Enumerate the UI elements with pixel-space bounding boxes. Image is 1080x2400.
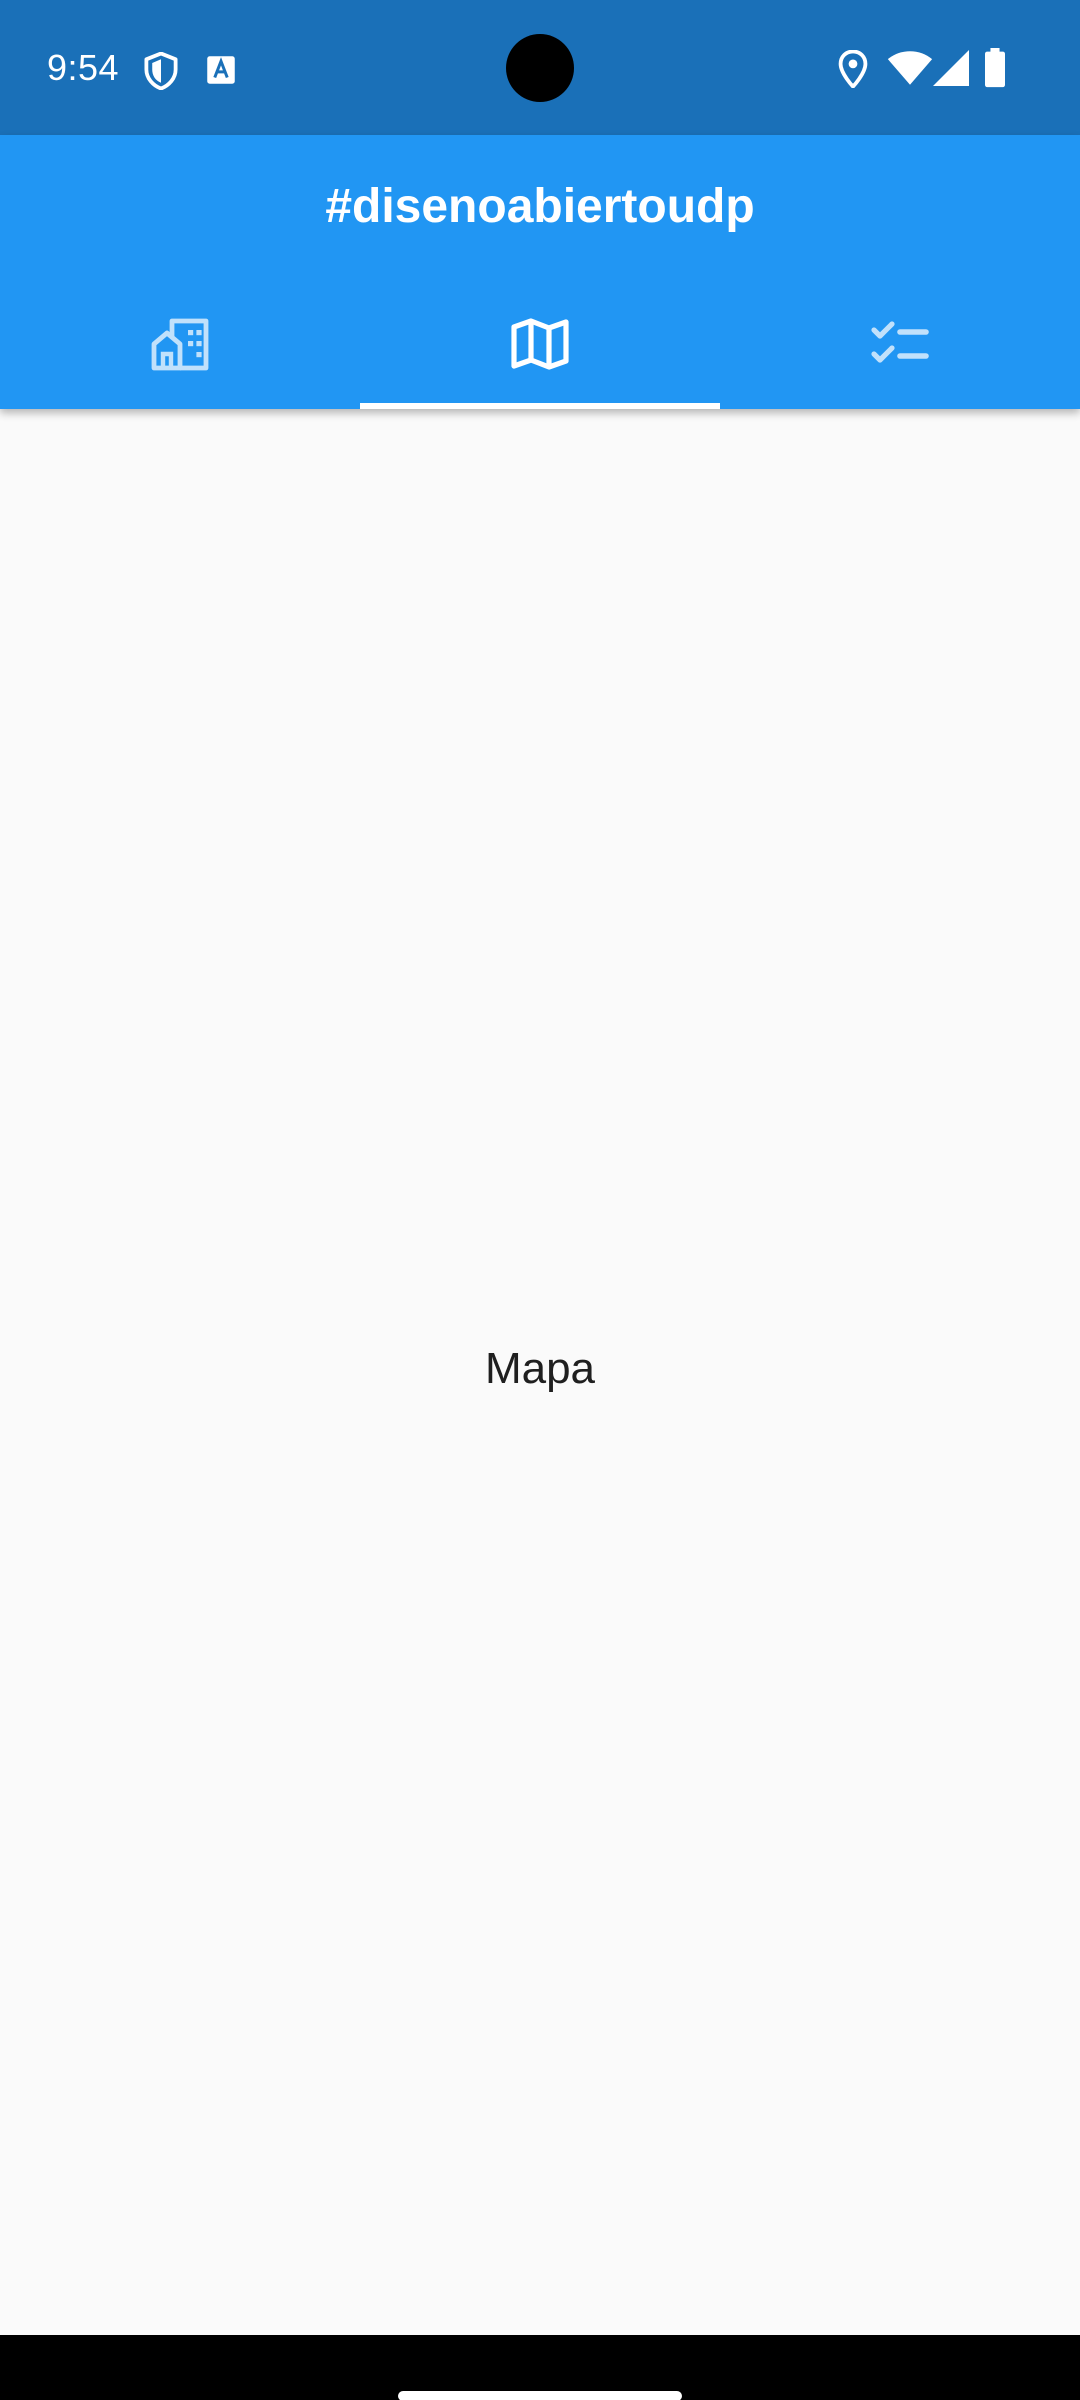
- selected-tab-indicator: [360, 403, 720, 409]
- app-screen: 9:54 #disenoabiertoudp Mapa: [0, 0, 1080, 2400]
- app-bar: #disenoabiertoudp: [0, 135, 1080, 409]
- translate-app-icon: [207, 56, 235, 84]
- camera-cutout: [506, 34, 574, 102]
- checklist-icon: [871, 321, 929, 363]
- buildings-icon: [151, 318, 209, 371]
- wifi-icon: [887, 51, 933, 85]
- tab-buildings[interactable]: [0, 279, 360, 409]
- location-icon: [838, 50, 868, 88]
- map-icon: [511, 318, 569, 370]
- status-bar: 9:54: [0, 0, 1080, 135]
- shield-icon: [144, 52, 178, 90]
- tab-bar: [0, 279, 1080, 409]
- cellular-signal-icon: [933, 50, 969, 86]
- tab-map[interactable]: [360, 279, 720, 409]
- status-time: 9:54: [47, 47, 120, 88]
- map-page-content: Mapa: [0, 409, 1080, 2335]
- home-gesture-handle[interactable]: [398, 2391, 682, 2400]
- tab-checklist[interactable]: [720, 279, 1080, 409]
- battery-icon: [985, 48, 1005, 88]
- page-label: Mapa: [484, 1344, 596, 1393]
- app-title: #disenoabiertoudp: [325, 180, 755, 233]
